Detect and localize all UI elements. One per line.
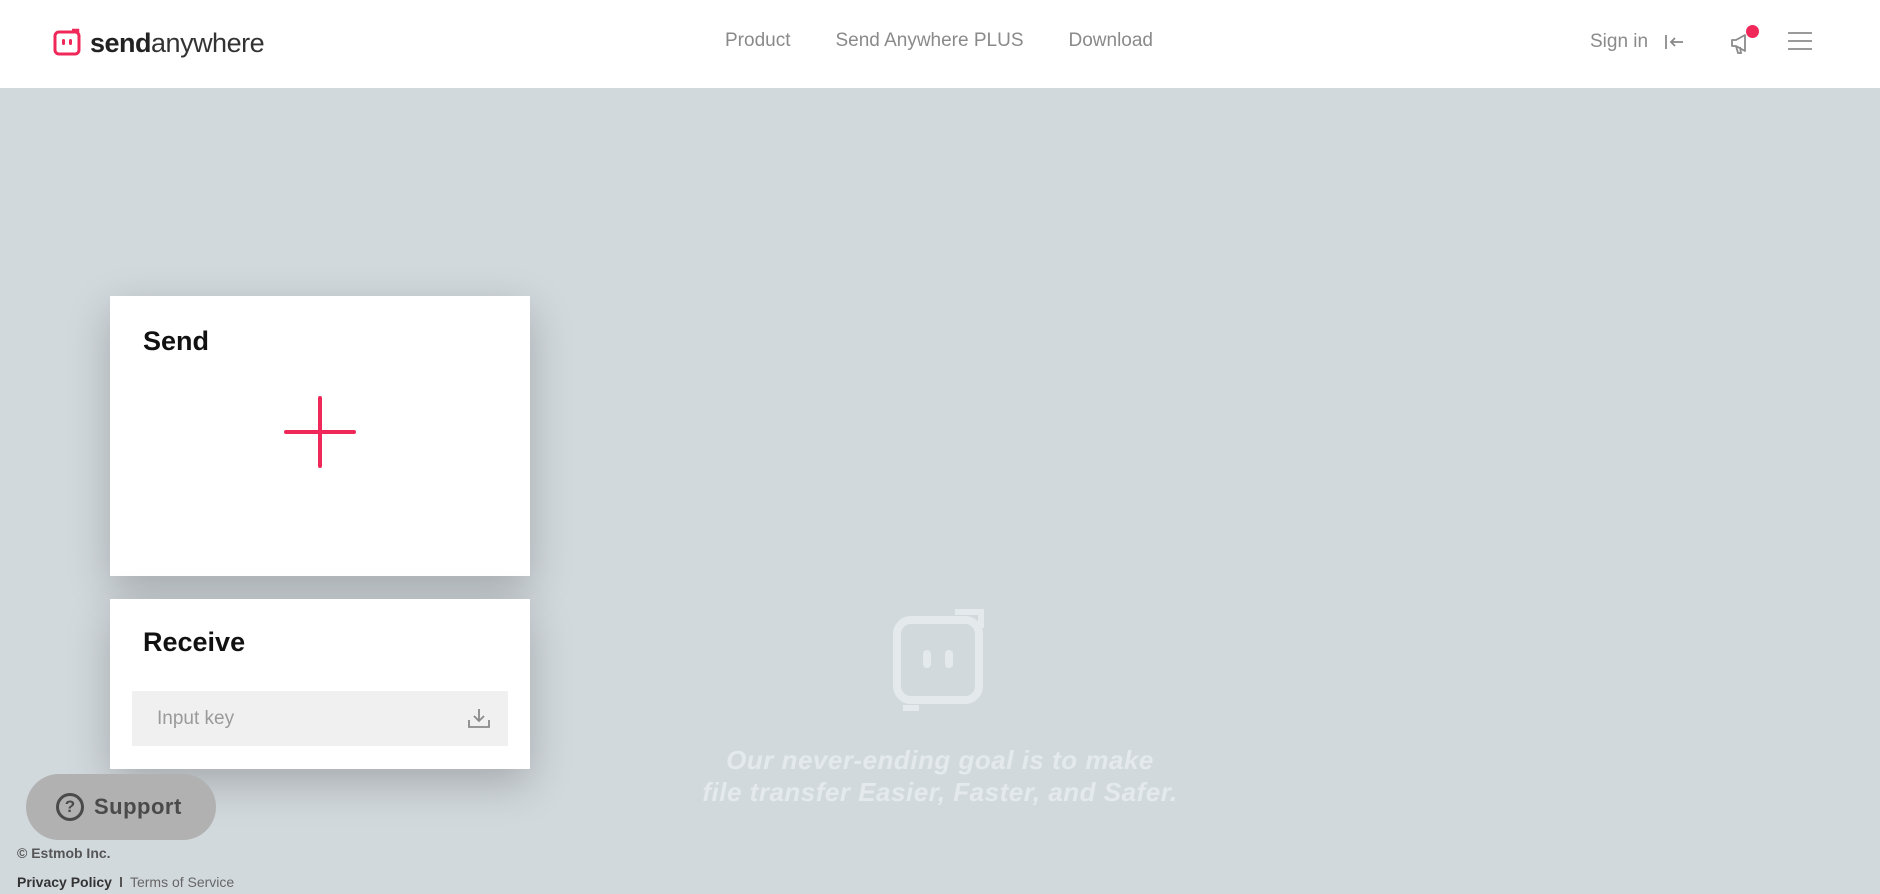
- send-title: Send: [143, 326, 210, 356]
- tagline: Our never-ending goal is to make file tr…: [640, 744, 1240, 808]
- receive-title: Receive: [143, 627, 246, 657]
- add-files-button[interactable]: [282, 394, 358, 470]
- footer-links: Privacy Policy Terms of Service: [17, 874, 234, 890]
- receive-card: Receive: [110, 599, 530, 769]
- sign-in-label: Sign in: [1590, 31, 1649, 52]
- tagline-line-2: file transfer Easier, Faster, and Safer.: [702, 777, 1178, 807]
- nav-send-anywhere-plus[interactable]: Send Anywhere PLUS: [835, 30, 1023, 52]
- notification-badge: [1746, 25, 1759, 38]
- support-button[interactable]: ? Support: [26, 774, 216, 840]
- tagline-line-1: Our never-ending goal is to make: [726, 745, 1154, 775]
- logo-text: sendanywhere: [90, 27, 265, 58]
- sign-in-icon: [1665, 35, 1684, 49]
- send-card: Send: [110, 296, 530, 576]
- support-label: Support: [94, 794, 182, 819]
- privacy-policy-link[interactable]: Privacy Policy: [17, 874, 112, 890]
- send-anywhere-logo-icon: [53, 28, 81, 56]
- download-icon[interactable]: [466, 705, 492, 731]
- announcement-button[interactable]: [1729, 25, 1759, 57]
- key-input-box: [132, 691, 508, 746]
- nav-download[interactable]: Download: [1069, 30, 1154, 52]
- menu-line-icon: [1788, 32, 1812, 34]
- send-anywhere-mark-icon: [893, 609, 984, 711]
- key-input[interactable]: [132, 691, 452, 746]
- main-nav: Product Send Anywhere PLUS Download: [725, 30, 1153, 52]
- sign-in-button[interactable]: Sign in: [1590, 30, 1686, 54]
- top-header: sendanywhere Product Send Anywhere PLUS …: [0, 0, 1880, 88]
- menu-line-icon: [1788, 48, 1812, 50]
- question-circle-icon: ?: [56, 793, 84, 821]
- menu-line-icon: [1788, 40, 1812, 42]
- footer-separator: [119, 877, 122, 887]
- logo[interactable]: sendanywhere: [52, 27, 265, 59]
- hamburger-menu-button[interactable]: [1788, 32, 1812, 54]
- copyright: © Estmob Inc.: [17, 845, 111, 861]
- terms-of-service-link[interactable]: Terms of Service: [130, 874, 234, 890]
- nav-product[interactable]: Product: [725, 30, 790, 52]
